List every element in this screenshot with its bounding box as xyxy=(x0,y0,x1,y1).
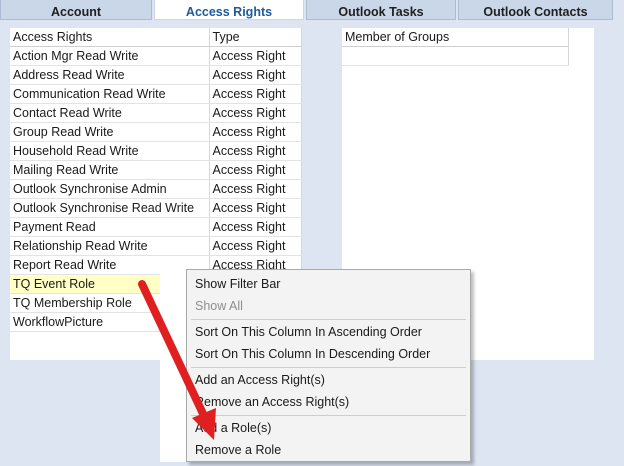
arrow-shaft xyxy=(138,280,209,422)
red-arrow-annotation-icon xyxy=(138,280,216,440)
